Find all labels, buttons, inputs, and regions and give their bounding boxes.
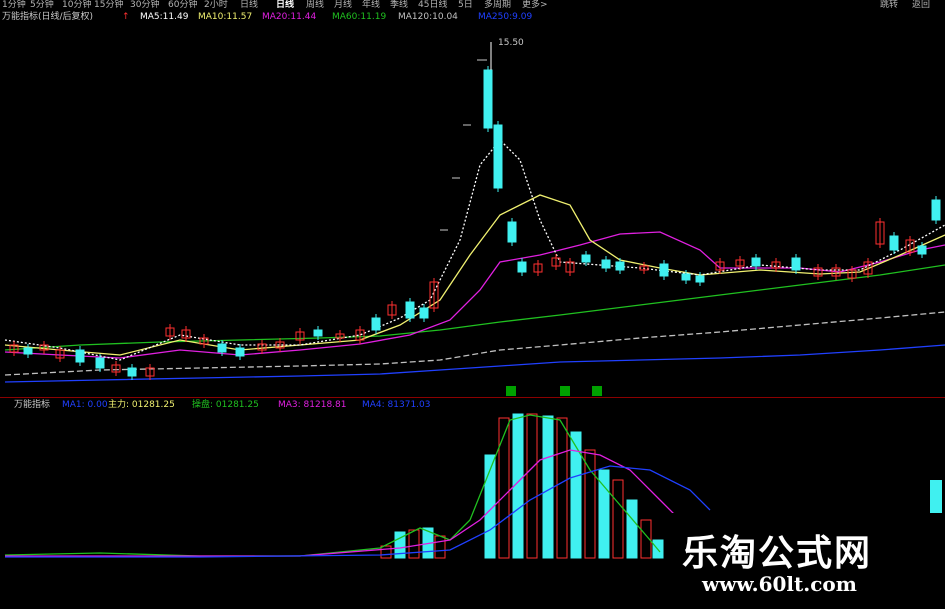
stock-chart-window: { "toolbar": { "periods": ["1分钟","5分钟","… <box>0 0 945 609</box>
candle <box>917 245 927 255</box>
candle <box>751 257 761 267</box>
candle <box>313 329 323 337</box>
candle <box>581 254 591 263</box>
sub-legend-trade: 操盘: 01281.25 <box>192 400 259 410</box>
signal-marker <box>560 386 570 396</box>
candle <box>75 349 85 363</box>
candle <box>419 307 429 319</box>
sub-legend-ma1: MA1: 0.00 <box>62 400 108 410</box>
candle <box>23 347 33 355</box>
candle <box>615 261 625 271</box>
histogram-bar <box>612 479 624 559</box>
candle <box>371 317 381 331</box>
candle <box>507 221 517 243</box>
watermark-title: 乐淘公式网 <box>682 532 873 574</box>
candle <box>493 124 503 189</box>
sub-legend-ma3: MA3: 81218.81 <box>278 400 347 410</box>
candle <box>517 261 527 273</box>
histogram-bar <box>626 499 638 559</box>
ma10-line <box>4 194 945 356</box>
candle <box>217 343 227 353</box>
histogram-bar <box>584 449 596 559</box>
candle <box>791 257 801 271</box>
candle <box>235 347 245 357</box>
histogram-bar <box>526 413 538 559</box>
signal-marker <box>506 386 516 396</box>
signal-marker <box>592 386 602 396</box>
candle <box>405 301 415 319</box>
ma20-line <box>4 231 945 359</box>
candle <box>931 199 941 221</box>
watermark-url: www.60lt.com <box>702 572 857 596</box>
sub-indicator-title[interactable]: 万能指标 <box>14 399 50 411</box>
sub-legend-main: 主力: 01281.25 <box>108 400 175 410</box>
ma120-line <box>4 311 945 376</box>
histogram-bar <box>556 417 568 559</box>
sub-legend-ma4: MA4: 81371.03 <box>362 400 431 410</box>
pane-divider[interactable] <box>0 397 945 398</box>
histogram-bar <box>380 545 392 559</box>
candle <box>95 357 105 369</box>
candle <box>483 69 493 129</box>
ma5-line <box>4 139 945 361</box>
ma60-line <box>4 264 945 351</box>
histogram-bar <box>498 417 510 559</box>
candle <box>889 235 899 251</box>
histogram-bar <box>434 535 446 559</box>
histogram-bar <box>542 415 554 559</box>
candle <box>127 367 137 377</box>
candle <box>659 263 669 277</box>
candle <box>695 275 705 283</box>
trade-line <box>4 414 661 557</box>
candle <box>601 259 611 269</box>
candle <box>681 273 691 281</box>
histogram-bar <box>408 529 420 559</box>
